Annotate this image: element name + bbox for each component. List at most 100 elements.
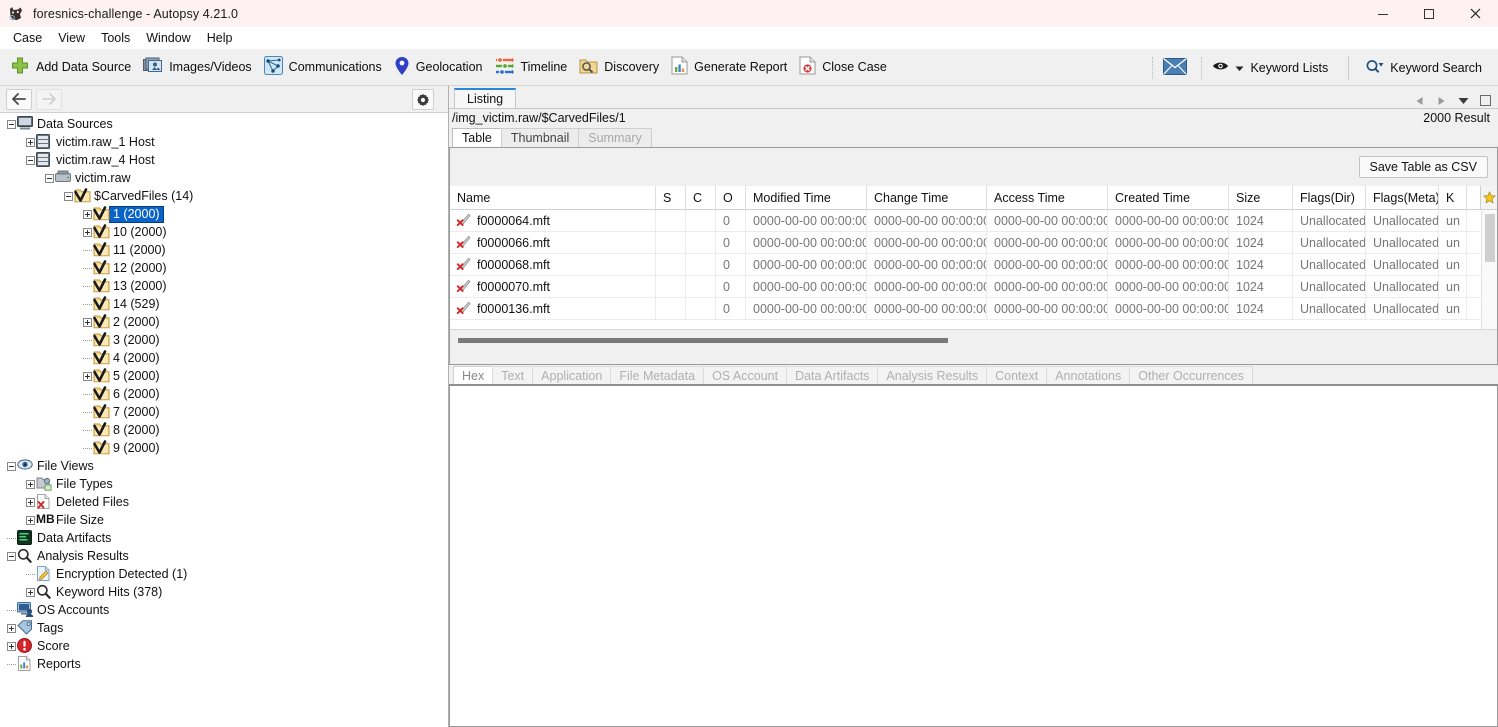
close-case-button[interactable]: Close Case: [795, 52, 895, 82]
keyword-search-button[interactable]: Keyword Search: [1361, 53, 1490, 83]
tree-expander-plus-icon[interactable]: [25, 497, 36, 508]
column-header-created-time[interactable]: Created Time: [1108, 186, 1229, 209]
tree-item-11-2000[interactable]: 11 (2000): [0, 241, 448, 259]
viewer-tab-other-occurrences[interactable]: Other Occurrences: [1129, 366, 1253, 384]
table-horizontal-scroll-thumb[interactable]: [458, 338, 948, 343]
tree-expander-plus-icon[interactable]: [6, 641, 17, 652]
content-viewer-pane[interactable]: [449, 384, 1498, 727]
viewer-tab-os-account[interactable]: OS Account: [703, 366, 787, 384]
generate-report-button[interactable]: Generate Report: [667, 52, 795, 82]
forward-button[interactable]: [36, 89, 62, 110]
tree-expander-plus-icon[interactable]: [25, 515, 36, 526]
table-body[interactable]: f0000064.mft00000-00-00 00:00:000000-00-…: [450, 210, 1497, 329]
viewer-tab-data-artifacts[interactable]: Data Artifacts: [786, 366, 878, 384]
menu-item-case[interactable]: Case: [5, 29, 50, 47]
tree-item-10-2000[interactable]: 10 (2000): [0, 223, 448, 241]
close-button[interactable]: [1452, 0, 1498, 27]
star-column-selector-icon[interactable]: [1480, 186, 1497, 209]
tree-expander-plus-icon[interactable]: [6, 623, 17, 634]
column-header-name[interactable]: Name: [450, 186, 656, 209]
tree-expander-plus-icon[interactable]: [82, 317, 93, 328]
column-header-o[interactable]: O: [716, 186, 746, 209]
tree-expander-minus-icon[interactable]: [44, 173, 55, 184]
column-header-change-time[interactable]: Change Time: [867, 186, 987, 209]
table-row[interactable]: f0000070.mft00000-00-00 00:00:000000-00-…: [450, 276, 1497, 298]
viewer-tab-file-metadata[interactable]: File Metadata: [610, 366, 704, 384]
keyword-lists-button[interactable]: Keyword Lists: [1208, 53, 1336, 83]
back-button[interactable]: [6, 89, 32, 110]
tree-item-keyword-hits-378[interactable]: Keyword Hits (378): [0, 583, 448, 601]
tree-item-1-2000[interactable]: 1 (2000): [0, 205, 448, 223]
menu-item-view[interactable]: View: [50, 29, 93, 47]
tree-item-victim-raw[interactable]: victim.raw: [0, 169, 448, 187]
column-header-c[interactable]: C: [686, 186, 716, 209]
tree-item-9-2000[interactable]: 9 (2000): [0, 439, 448, 457]
menu-item-tools[interactable]: Tools: [93, 29, 138, 47]
tree-expander-minus-icon[interactable]: [6, 551, 17, 562]
table-row[interactable]: f0000068.mft00000-00-00 00:00:000000-00-…: [450, 254, 1497, 276]
tree-item-5-2000[interactable]: 5 (2000): [0, 367, 448, 385]
tree-item-deleted-files[interactable]: Deleted Files: [0, 493, 448, 511]
tree-expander-minus-icon[interactable]: [25, 155, 36, 166]
column-header-modified-time[interactable]: Modified Time: [746, 186, 867, 209]
tree-item-4-2000[interactable]: 4 (2000): [0, 349, 448, 367]
tree-expander-plus-icon[interactable]: [82, 209, 93, 220]
tree-item-file-views[interactable]: File Views: [0, 457, 448, 475]
data-sources-tree[interactable]: Data Sourcesvictim.raw_1 Hostvictim.raw_…: [0, 113, 448, 727]
triangle-left-icon[interactable]: [1413, 94, 1426, 107]
viewer-tab-analysis-results[interactable]: Analysis Results: [877, 366, 987, 384]
communications-button[interactable]: Communications: [260, 52, 390, 82]
table-row[interactable]: f0000066.mft00000-00-00 00:00:000000-00-…: [450, 232, 1497, 254]
tree-item-victim-raw-4-host[interactable]: victim.raw_4 Host: [0, 151, 448, 169]
tree-expander-plus-icon[interactable]: [25, 137, 36, 148]
tree-expander-plus-icon[interactable]: [25, 479, 36, 490]
table-row[interactable]: f0000064.mft00000-00-00 00:00:000000-00-…: [450, 210, 1497, 232]
tree-item-14-529[interactable]: 14 (529): [0, 295, 448, 313]
column-header-access-time[interactable]: Access Time: [987, 186, 1108, 209]
add-data-source-button[interactable]: Add Data Source: [6, 52, 139, 82]
table-horizontal-scrollbar[interactable]: [450, 329, 1497, 364]
tree-settings-button[interactable]: [412, 89, 434, 110]
viewer-tab-application[interactable]: Application: [532, 366, 611, 384]
tree-item-file-types[interactable]: File Types: [0, 475, 448, 493]
minimize-button[interactable]: [1360, 0, 1406, 27]
table-row[interactable]: f0000136.mft00000-00-00 00:00:000000-00-…: [450, 298, 1497, 320]
tree-expander-minus-icon[interactable]: [63, 191, 74, 202]
column-header-s[interactable]: S: [656, 186, 686, 209]
tree-item-os-accounts[interactable]: OS Accounts: [0, 601, 448, 619]
tree-item-carvedfiles-14[interactable]: $CarvedFiles (14): [0, 187, 448, 205]
menu-item-help[interactable]: Help: [199, 29, 241, 47]
tree-item-12-2000[interactable]: 12 (2000): [0, 259, 448, 277]
tree-expander-plus-icon[interactable]: [82, 227, 93, 238]
column-header-flags-dir[interactable]: Flags(Dir): [1293, 186, 1366, 209]
tree-item-reports[interactable]: Reports: [0, 655, 448, 673]
table-vertical-scrollbar[interactable]: [1481, 210, 1497, 329]
tree-expander-plus-icon[interactable]: [25, 587, 36, 598]
tree-item-analysis-results[interactable]: Analysis Results: [0, 547, 448, 565]
tree-item-13-2000[interactable]: 13 (2000): [0, 277, 448, 295]
timeline-button[interactable]: Timeline: [490, 52, 575, 82]
viewer-tab-text[interactable]: Text: [492, 366, 533, 384]
tree-expander-plus-icon[interactable]: [82, 371, 93, 382]
tab-summary[interactable]: Summary: [578, 128, 651, 147]
viewer-tab-hex[interactable]: Hex: [453, 366, 493, 384]
tree-item-8-2000[interactable]: 8 (2000): [0, 421, 448, 439]
tree-item-2-2000[interactable]: 2 (2000): [0, 313, 448, 331]
tree-item-3-2000[interactable]: 3 (2000): [0, 331, 448, 349]
viewer-tab-context[interactable]: Context: [986, 366, 1047, 384]
triangle-right-icon[interactable]: [1435, 94, 1448, 107]
geolocation-button[interactable]: Geolocation: [390, 52, 491, 82]
save-table-as-csv-button[interactable]: Save Table as CSV: [1359, 156, 1488, 178]
tree-item-data-sources[interactable]: Data Sources: [0, 115, 448, 133]
images-videos-button[interactable]: Images/Videos: [139, 52, 259, 82]
tree-item-tags[interactable]: Tags: [0, 619, 448, 637]
tree-item-score[interactable]: Score: [0, 637, 448, 655]
tab-thumbnail[interactable]: Thumbnail: [501, 128, 579, 147]
maximize-button[interactable]: [1406, 0, 1452, 27]
column-header-k[interactable]: K: [1439, 186, 1467, 209]
table-vertical-scroll-thumb[interactable]: [1485, 214, 1495, 262]
tab-table[interactable]: Table: [452, 128, 502, 147]
tree-item-7-2000[interactable]: 7 (2000): [0, 403, 448, 421]
tree-item-encryption-detected-1[interactable]: Encryption Detected (1): [0, 565, 448, 583]
viewer-tab-annotations[interactable]: Annotations: [1046, 366, 1130, 384]
